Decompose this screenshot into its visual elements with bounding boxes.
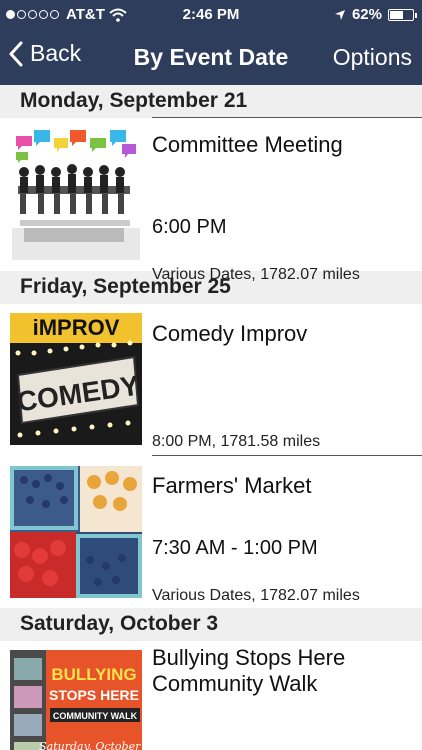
event-time: 7:30 AM - 1:00 PM [152, 537, 318, 559]
event-title-line-1: Bullying Stops Here [152, 645, 346, 670]
back-label: Back [30, 40, 82, 66]
thumbnail-text-community-walk: COMMUNITY WALK [53, 711, 138, 721]
event-title: Farmers' Market [152, 473, 312, 498]
chevron-left-icon [9, 41, 23, 66]
event-thumbnail-committee [10, 128, 142, 260]
thumbnail-text-date: Saturday, October 3 [39, 740, 142, 750]
thumbnail-text-improv: iMPROV [33, 315, 120, 340]
event-info: Farmers' Market 7:30 AM - 1:00 PM Variou… [152, 473, 422, 608]
event-meta: Various Dates, 1782.07 miles [152, 266, 360, 283]
event-meta: 8:00 PM, 1781.58 miles [152, 433, 321, 450]
event-title: Committee Meeting [152, 132, 343, 157]
status-bar: AT&T 2:46 PM 62% [0, 0, 422, 30]
back-button[interactable]: Back [8, 40, 81, 67]
event-thumbnail-comedy: iMPROV COMEDY [10, 313, 142, 445]
event-thumbnail-bullying: BULLYING STOPS HERE COMMUNITY WALK Satur… [10, 650, 142, 750]
event-thumbnail-farmers [10, 466, 142, 598]
event-list: Monday, September 21 Committee Meeting 6… [0, 85, 422, 750]
event-row-farmers-market[interactable]: Farmers' Market 7:30 AM - 1:00 PM Variou… [0, 456, 422, 608]
event-row-bullying-walk[interactable]: BULLYING STOPS HERE COMMUNITY WALK Satur… [0, 641, 422, 750]
event-meta: Various Dates, 1782.07 miles [152, 587, 360, 604]
event-row-comedy-improv[interactable]: iMPROV COMEDY Comedy Improv 8:00 PM, 178… [0, 304, 422, 456]
location-arrow-icon [334, 9, 345, 20]
event-row-committee-meeting[interactable]: Committee Meeting 6:00 PM Various Dates,… [0, 118, 422, 283]
event-time: 6:00 PM [152, 216, 227, 238]
thumbnail-text-stops-here: STOPS HERE [49, 687, 139, 703]
event-title: Comedy Improv [152, 321, 308, 346]
thumbnail-text-bullying: BULLYING [51, 665, 136, 684]
battery-icon [388, 8, 417, 21]
event-title-line-2: Community Walk [152, 671, 318, 696]
event-info: Comedy Improv 8:00 PM, 1781.58 miles [152, 321, 422, 456]
event-info: Bullying Stops Here Community Walk [152, 645, 422, 750]
section-header: Saturday, October 3 [0, 608, 422, 641]
navigation-bar: Back By Event Date Options [0, 30, 422, 85]
event-info: Committee Meeting 6:00 PM Various Dates,… [152, 132, 422, 283]
section-header: Monday, September 21 [0, 85, 422, 118]
status-right: 62% [334, 6, 417, 23]
battery-percent: 62% [351, 6, 382, 23]
options-button[interactable]: Options [333, 44, 412, 71]
